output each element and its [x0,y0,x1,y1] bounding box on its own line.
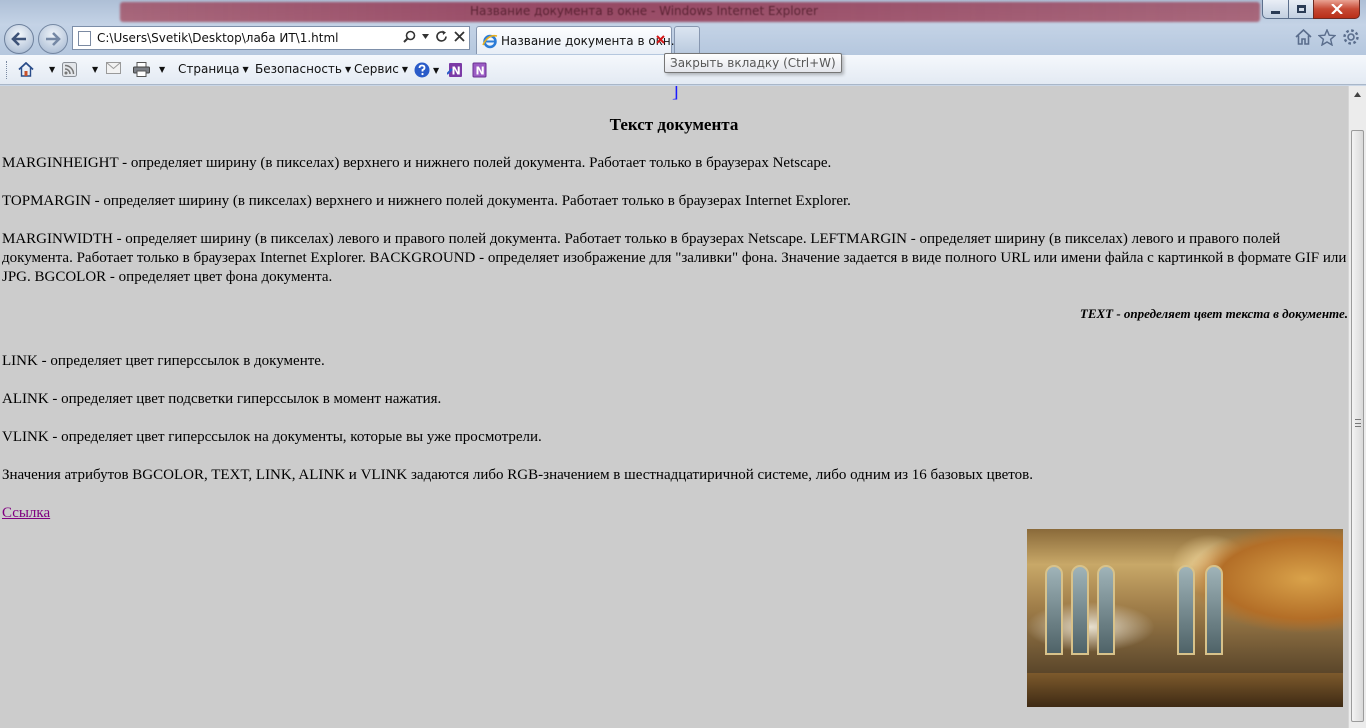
heading-fragment: ] [672,86,713,102]
scroll-up-button[interactable] [1349,86,1366,103]
page-menu[interactable]: Страница ▼ [178,62,249,76]
window-title: Название документа в окне - Windows Inte… [470,4,818,18]
hyperlink[interactable]: Ссылка [2,505,50,522]
tab-active[interactable]: Название документа в окн... [476,26,682,54]
title-bar: Название документа в окне - Windows Inte… [0,0,1366,55]
image-arch [1045,565,1063,655]
browser-right-icons [1295,28,1360,46]
close-icon [1330,4,1343,14]
page-menu-label: Страница [178,62,240,76]
image-arch [1071,565,1089,655]
toolbar-grip[interactable] [6,61,8,79]
address-bar[interactable]: C:\Users\Svetik\Desktop\лаба ИТ\1.html [72,26,470,50]
close-window-button[interactable] [1313,0,1360,19]
chevron-down-icon: ▼ [433,65,440,75]
maximize-button[interactable] [1288,0,1314,19]
document-content: ] Текст документа MARGINHEIGHT - определ… [0,86,1348,728]
chevron-down-icon: ▼ [344,64,352,74]
paragraph-link: LINK - определяет цвет гиперссылок в док… [2,353,325,369]
help-icon [414,62,430,78]
onenote-button[interactable]: N [447,62,463,78]
paragraph-text-italic: TEXT - определяет цвет текста в документ… [1079,306,1348,321]
page-icon [78,31,91,46]
read-mail-button[interactable] [106,62,121,74]
scroll-grip [1355,419,1361,427]
svg-text:N: N [452,65,461,78]
refresh-icon[interactable] [435,30,448,43]
onenote-linked-icon: N [472,62,487,78]
close-icon [655,34,665,44]
svg-text:N: N [476,65,485,78]
paragraph-vlink: VLINK - определяет цвет гиперссылок на д… [2,429,542,445]
restore-icon [1296,5,1306,13]
image-arch [1097,565,1115,655]
home-menu[interactable]: ▼ [18,62,55,77]
chevron-down-icon[interactable] [422,34,429,39]
forward-arrow-icon [46,32,61,46]
palace-hall-image [1027,529,1343,707]
document-heading: Текст документа [609,115,739,134]
star-icon[interactable] [1318,28,1336,46]
image-arch [1177,565,1195,655]
address-tools [403,30,465,43]
address-url[interactable]: C:\Users\Svetik\Desktop\лаба ИТ\1.html [97,31,339,45]
back-button[interactable] [4,24,34,54]
tools-menu[interactable]: Сервис ▼ [354,62,408,76]
ie-window: Название документа в окне - Windows Inte… [0,0,1366,728]
new-tab-button[interactable] [674,26,700,54]
chevron-up-icon [1354,92,1361,97]
chevron-down-icon: ▼ [49,65,56,74]
chevron-down-icon: ▼ [401,64,409,74]
gear-icon[interactable] [1342,28,1360,46]
home-icon[interactable] [1295,29,1312,45]
print-menu[interactable]: ▼ [133,62,165,77]
stop-icon[interactable] [454,31,465,42]
ie-logo-icon [482,34,498,49]
onenote-icon: N [447,63,462,78]
tab-close-button[interactable] [653,32,667,46]
rss-feed-icon [62,62,77,77]
image-floor [1027,673,1343,707]
search-icon[interactable] [403,30,416,43]
tooltip-close-tab: Закрыть вкладку (Ctrl+W) [664,53,842,73]
vertical-scrollbar[interactable] [1348,86,1366,728]
back-arrow-icon [11,32,26,46]
feeds-menu[interactable]: ▼ [62,62,98,77]
image-arch [1205,565,1223,655]
home-icon [18,62,34,77]
scroll-thumb[interactable] [1351,130,1364,722]
paragraph-attr-values: Значения атрибутов BGCOLOR, TEXT, LINK, … [2,467,1033,483]
paragraph-marginwidth: MARGINWIDTH - определяет ширину (в пиксе… [2,231,1347,285]
chevron-down-icon: ▼ [92,65,99,74]
paragraph-topmargin: TOPMARGIN - определяет ширину (в пиксела… [2,193,851,209]
chevron-down-icon: ▼ [159,65,166,74]
onenote-linked-button[interactable]: N [471,62,487,78]
security-menu[interactable]: Безопасность ▼ [255,62,351,76]
chevron-down-icon: ▼ [242,64,249,74]
minimize-icon [1271,10,1280,14]
security-menu-label: Безопасность [255,62,342,76]
paragraph-marginheight: MARGINHEIGHT - определяет ширину (в пикс… [2,155,832,171]
forward-button[interactable] [38,24,68,54]
mail-icon [106,62,121,74]
minimize-button[interactable] [1262,0,1289,19]
paragraph-alink: ALINK - определяет цвет подсветки гиперс… [2,391,442,407]
tools-menu-label: Сервис [354,62,399,76]
printer-icon [133,62,150,77]
help-menu[interactable]: ▼ [414,62,439,78]
